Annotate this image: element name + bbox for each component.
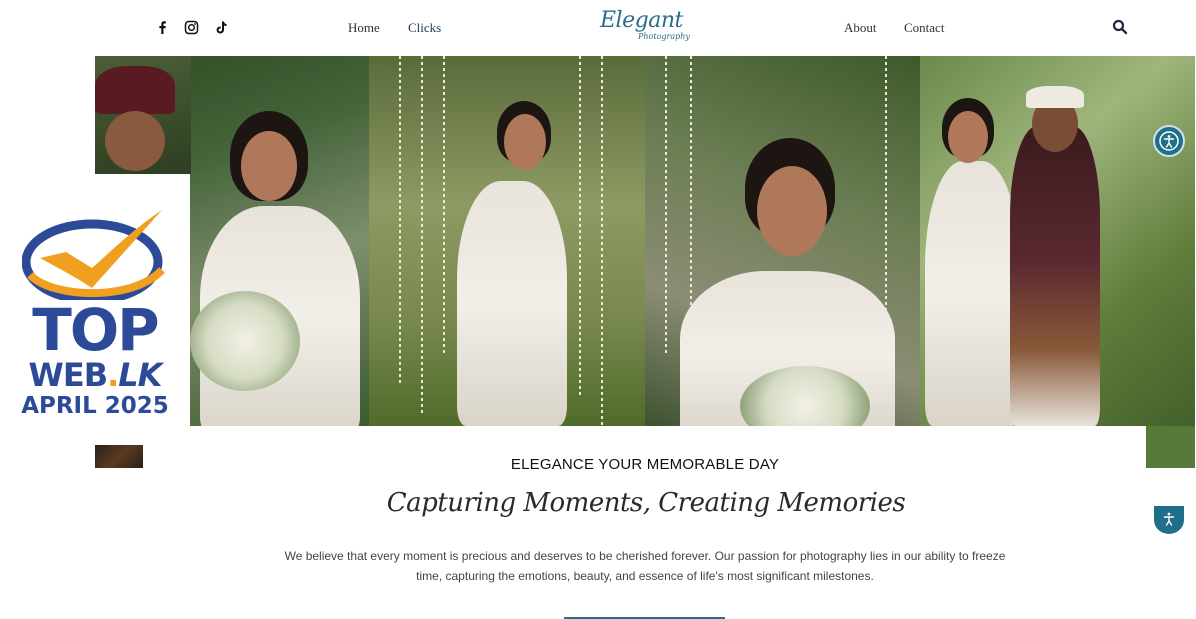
search-icon[interactable]	[1112, 19, 1128, 35]
hero-script-title: Capturing Moments, Creating Memories	[386, 488, 906, 518]
facebook-icon[interactable]	[155, 20, 170, 35]
site-header: Home Clicks Elegant Photography About Co…	[0, 0, 1196, 56]
hero-tagline: ELEGANCE YOUR MEMORABLE DAY	[510, 456, 780, 473]
groom-photo-fragment	[95, 56, 191, 174]
tiktok-icon[interactable]	[213, 20, 228, 35]
bride-photo-2	[369, 56, 645, 426]
nav-about[interactable]: About	[844, 20, 877, 36]
checkmark-ring-icon	[22, 210, 165, 300]
couple-photo	[920, 56, 1195, 426]
badge-web-text: WEB.LK	[0, 358, 190, 392]
logo-sub-text: Photography	[638, 32, 690, 41]
badge-top-text: TOP	[32, 296, 159, 364]
hero-photo-strip	[95, 56, 1195, 426]
badge-lk-word: LK	[118, 356, 162, 394]
badge-dot: .	[107, 356, 119, 394]
badge-date-text: APRIL 2025	[21, 393, 169, 419]
site-logo[interactable]: Elegant Photography	[598, 8, 690, 48]
nav-home[interactable]: Home	[348, 20, 380, 36]
hero-description: We believe that every moment is precious…	[284, 549, 1006, 583]
accessibility-icon	[1159, 131, 1179, 151]
badge-web-word: WEB	[28, 356, 109, 394]
logo-main-text: Elegant	[600, 8, 683, 33]
instagram-icon[interactable]	[184, 20, 199, 35]
nav-contact[interactable]: Contact	[904, 20, 944, 36]
accessibility-button[interactable]	[1153, 125, 1185, 157]
bride-photo-3	[645, 56, 920, 426]
topweb-award-badge[interactable]: TOP WEB.LK APRIL 2025	[0, 174, 190, 446]
nav-clicks[interactable]: Clicks	[408, 20, 441, 36]
social-links	[155, 20, 228, 35]
